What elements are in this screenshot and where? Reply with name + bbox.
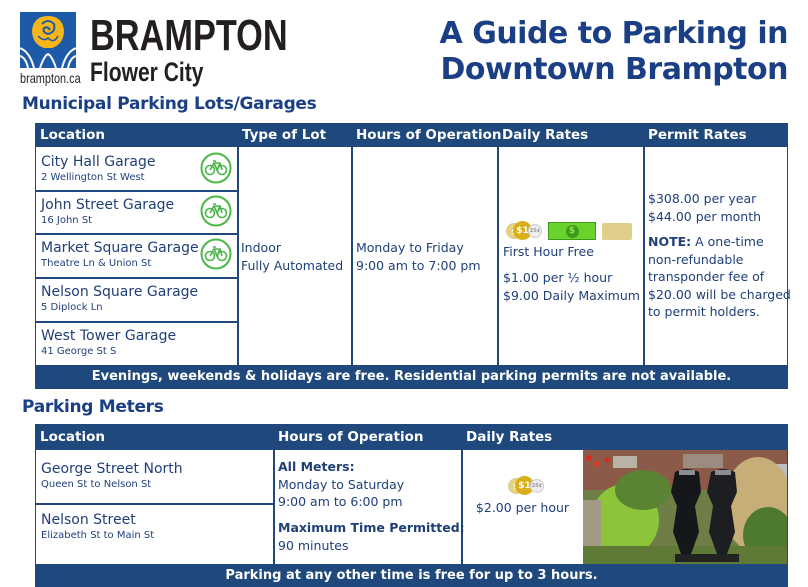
page-title-line1: A Guide to Parking in [439, 16, 789, 51]
permit-rates: $308.00 per year $44.00 per month [648, 190, 761, 225]
meter-street: Nelson Street [41, 512, 136, 528]
note-text: transponder fee of [648, 269, 765, 284]
payment-methods: $ $1 25¢ [508, 476, 548, 496]
lot-half-hour-rate: $1.00 per ½ hour [503, 270, 613, 285]
lot-daily-max: $9.00 Daily Maximum [503, 287, 640, 303]
meter-rate: $2.00 per hour [475, 500, 570, 515]
row-divider [36, 503, 273, 505]
meters-footer-note: Parking at any other time is free for up… [35, 564, 788, 587]
lot-row: City Hall Garage 2 Wellington St West [36, 153, 156, 184]
lot-address: 5 Diplock Ln [41, 302, 103, 313]
section-heading-lots: Municipal Parking Lots/Garages [22, 94, 317, 114]
brand-url: brampton.ca [20, 70, 81, 86]
lot-name: Nelson Square Garage [41, 284, 199, 300]
table-body: George Street North Queen St to Nelson S… [35, 450, 788, 564]
lot-type: Indoor Fully Automated [241, 239, 343, 274]
note-text: to permit holders. [648, 304, 760, 319]
row-divider [36, 277, 237, 279]
max-time-value: 90 minutes [278, 537, 349, 553]
column-divider [237, 147, 239, 365]
lot-address: 41 George St S [41, 346, 117, 357]
meter-max-time: Maximum Time Permitted: 90 minutes [278, 519, 465, 554]
bicycle-parking-icon [200, 238, 232, 270]
permit-yearly: $308.00 per year [648, 191, 757, 206]
column-divider [497, 147, 499, 365]
lot-name: Market Square Garage [41, 240, 199, 256]
bicycle-parking-icon [200, 152, 232, 184]
column-header-type: Type of Lot [242, 127, 327, 143]
column-header-permit-rates: Permit Rates [648, 127, 747, 143]
lot-row: Market Square Garage Theatre Ln & Union … [36, 239, 199, 270]
column-header-hours: Hours of Operation [278, 429, 424, 445]
lot-hours: Monday to Friday 9:00 am to 7:00 pm [356, 239, 481, 274]
lot-row: John Street Garage 16 John St [36, 196, 174, 227]
table-header: Location Type of Lot Hours of Operation … [35, 123, 788, 147]
lot-rate: $1.00 per ½ hour $9.00 Daily Maximum [503, 269, 640, 304]
column-divider [351, 147, 353, 365]
flower-emblem-icon [20, 12, 76, 68]
column-divider [273, 450, 275, 564]
column-divider [643, 147, 645, 365]
page-title-line2: Downtown Brampton [440, 52, 788, 87]
meter-days: Monday to Saturday [278, 476, 405, 492]
lot-address: 2 Wellington St West [41, 172, 145, 183]
table-body: City Hall Garage 2 Wellington St West Jo… [35, 147, 791, 365]
lots-footer-note: Evenings, weekends & holidays are free. … [35, 365, 788, 389]
bill-icon: $ [548, 222, 596, 240]
payment-methods: $ $1 25¢ $ [506, 221, 636, 241]
meter-street: George Street North [41, 461, 183, 477]
lot-row: Nelson Square Garage 5 Diplock Ln [36, 283, 198, 314]
meter-row: Nelson Street Elizabeth St to Main St [36, 511, 154, 542]
meter-range: Elizabeth St to Main St [41, 530, 155, 541]
lot-address: Theatre Ln & Union St [41, 258, 152, 269]
row-divider [36, 321, 237, 323]
row-divider [36, 190, 237, 192]
permit-note: NOTE: A one-time non-refundable transpon… [648, 233, 791, 321]
column-header-daily-rates: Daily Rates [466, 429, 553, 445]
column-header-hours: Hours of Operation [356, 127, 502, 143]
coins-icon: $ $1 25¢ [508, 476, 544, 496]
lot-address: 16 John St [41, 215, 93, 226]
meter-row: George Street North Queen St to Nelson S… [36, 460, 183, 491]
column-header-location: Location [40, 127, 105, 143]
lot-hours-time: 9:00 am to 7:00 pm [356, 257, 481, 273]
credit-card-icon [602, 223, 632, 240]
meter-range: Queen St to Nelson St [41, 479, 152, 490]
parking-lots-table: Location Type of Lot Hours of Operation … [35, 123, 791, 389]
row-divider [36, 233, 237, 235]
lot-name: City Hall Garage [41, 154, 156, 170]
column-header-daily-rates: Daily Rates [502, 127, 589, 143]
note-text: non-refundable [648, 251, 744, 267]
page-title: A Guide to Parking in Downtown Brampton [439, 16, 789, 88]
parking-meters-table: Location Hours of Operation Daily Rates … [35, 424, 788, 587]
lot-type-line: Indoor [241, 240, 281, 255]
lot-hours-days: Monday to Friday [356, 240, 464, 255]
lot-row: West Tower Garage 41 George St S [36, 327, 176, 358]
lot-name: John Street Garage [41, 197, 175, 213]
coins-icon: $ $1 25¢ [506, 221, 542, 241]
note-label: NOTE: [648, 234, 692, 249]
section-heading-meters: Parking Meters [22, 397, 164, 417]
brand-tagline: Flower City [90, 57, 204, 87]
table-header: Location Hours of Operation Daily Rates [35, 424, 788, 450]
lot-first-hour: First Hour Free [503, 244, 594, 259]
all-meters-label: All Meters: [278, 459, 355, 474]
brampton-logo: BRAMPTON Flower City brampton.ca [20, 12, 288, 87]
note-text: $20.00 will be charged [648, 286, 791, 302]
brand-wordmark: BRAMPTON [90, 11, 288, 60]
meter-time: 9:00 am to 6:00 pm [278, 494, 403, 509]
column-header-location: Location [40, 429, 105, 445]
bicycle-parking-icon [200, 195, 232, 227]
permit-monthly: $44.00 per month [648, 208, 762, 224]
parking-meters-photo [583, 450, 787, 564]
note-text: A one-time [691, 234, 764, 249]
meter-hours: All Meters: Monday to Saturday 9:00 am t… [278, 458, 404, 511]
lot-name: West Tower Garage [41, 328, 177, 344]
max-time-label: Maximum Time Permitted: [278, 520, 465, 535]
lot-type-line: Fully Automated [241, 257, 344, 273]
